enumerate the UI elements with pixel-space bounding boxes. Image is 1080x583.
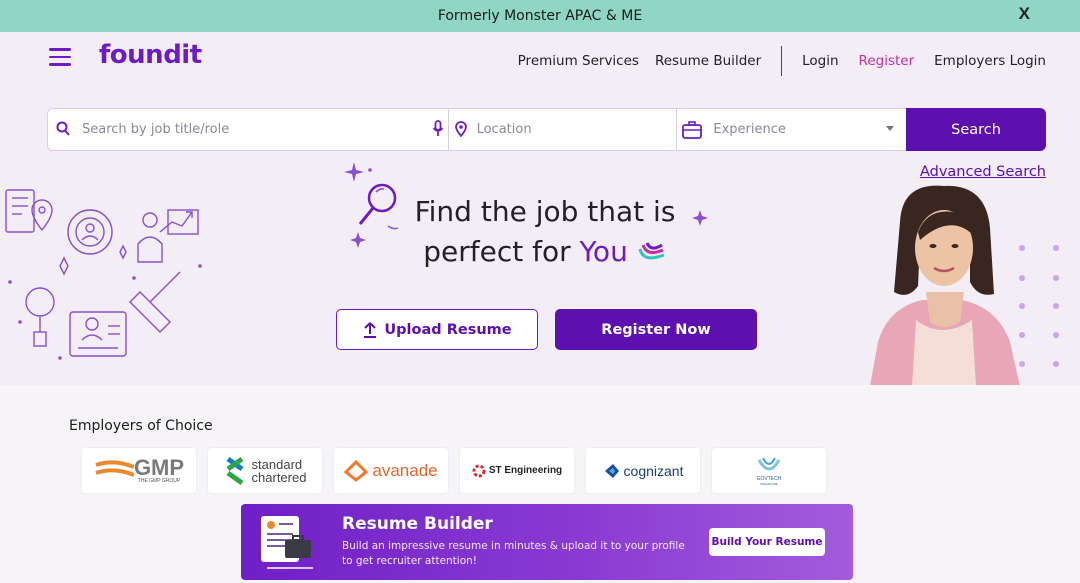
headline-line-1: Find the job that is bbox=[414, 195, 676, 228]
location-placeholder: Location bbox=[476, 122, 532, 137]
search-button[interactable]: Search bbox=[906, 108, 1046, 151]
nav-resume-builder[interactable]: Resume Builder bbox=[655, 53, 761, 69]
dot-grid-decoration bbox=[1019, 245, 1059, 367]
advanced-search-link[interactable]: Advanced Search bbox=[920, 164, 1046, 180]
nav-login[interactable]: Login bbox=[802, 53, 838, 69]
microphone-icon[interactable] bbox=[432, 120, 444, 138]
sc-logo-line2: chartered bbox=[251, 469, 307, 485]
nav-premium-services[interactable]: Premium Services bbox=[518, 53, 639, 69]
upload-resume-button[interactable]: Upload Resume bbox=[336, 309, 538, 350]
top-announcement-banner: Formerly Monster APAC & ME X bbox=[0, 0, 1080, 32]
job-search-illustration bbox=[5, 189, 202, 360]
hamburger-menu-icon[interactable] bbox=[49, 48, 71, 66]
chevron-down-icon bbox=[886, 126, 895, 131]
register-now-button[interactable]: Register Now bbox=[555, 309, 757, 350]
top-navigation: foundit Premium Services Resume Builder … bbox=[0, 32, 1080, 84]
search-icon bbox=[56, 121, 70, 136]
job-title-input[interactable]: Search by job title/role bbox=[48, 109, 448, 150]
employers-of-choice-title: Employers of Choice bbox=[69, 418, 213, 434]
standard-chartered-icon bbox=[226, 456, 243, 485]
avanade-logo-text: avanade bbox=[372, 460, 438, 480]
employer-logos-row: GMP THE GMP GROUP standard chartered ava… bbox=[81, 447, 837, 494]
employer-logo-avanade[interactable]: avanade bbox=[333, 447, 449, 494]
employer-logo-cognizant[interactable]: cognizant bbox=[585, 447, 701, 494]
nav-divider bbox=[781, 46, 783, 76]
cognizant-icon bbox=[604, 463, 619, 478]
employer-logo-st-engineering[interactable]: ST Engineering bbox=[459, 447, 575, 494]
job-search-bar: Search by job title/role Location Experi… bbox=[47, 108, 1046, 151]
hero-section: foundit Premium Services Resume Builder … bbox=[0, 32, 1080, 385]
location-input[interactable]: Location bbox=[447, 109, 677, 150]
nav-employers-login[interactable]: Employers Login bbox=[934, 53, 1046, 69]
sc-logo-line1: standard bbox=[251, 456, 303, 472]
resume-document-icon bbox=[261, 516, 313, 569]
resume-builder-description: Build an impressive resume in minutes & … bbox=[342, 540, 685, 567]
rainbow-icon bbox=[638, 242, 665, 260]
st-engineering-logo-text: ST Engineering bbox=[488, 465, 563, 476]
govtech-icon bbox=[757, 457, 781, 470]
headline-highlight: You bbox=[579, 235, 628, 268]
employer-logo-standard-chartered[interactable]: standard chartered bbox=[207, 447, 323, 494]
hero-person-image bbox=[870, 185, 1020, 385]
headline-prefix: perfect for bbox=[423, 235, 571, 268]
experience-placeholder: Experience bbox=[713, 122, 786, 137]
upload-icon bbox=[364, 321, 377, 338]
gmp-swoosh-icon bbox=[95, 459, 134, 477]
employer-logo-gmp[interactable]: GMP THE GMP GROUP bbox=[81, 447, 197, 494]
close-banner-button[interactable]: X bbox=[1019, 4, 1030, 24]
nav-links: Premium Services Resume Builder Login Re… bbox=[502, 46, 1046, 76]
upload-resume-label: Upload Resume bbox=[384, 321, 512, 338]
govtech-logo-subtext: SINGAPORE bbox=[760, 481, 778, 486]
nav-register[interactable]: Register bbox=[859, 53, 915, 69]
resume-builder-title: Resume Builder bbox=[342, 514, 493, 534]
briefcase-icon bbox=[682, 121, 703, 139]
headline-line-2: perfect for You bbox=[360, 232, 730, 272]
banner-text: Formerly Monster APAC & ME bbox=[437, 8, 643, 24]
resume-builder-banner: Resume Builder Build an impressive resum… bbox=[241, 504, 853, 580]
avanade-icon bbox=[344, 459, 369, 482]
build-your-resume-button[interactable]: Build Your Resume bbox=[709, 528, 825, 556]
cognizant-logo-text: cognizant bbox=[623, 462, 684, 479]
gmp-logo-subtext: THE GMP GROUP bbox=[137, 478, 181, 484]
job-title-placeholder: Search by job title/role bbox=[82, 122, 230, 137]
gmp-logo-text: GMP bbox=[133, 455, 185, 480]
hero-headline: Find the job that is perfect for You bbox=[360, 192, 730, 272]
foundit-logo[interactable]: foundit bbox=[99, 40, 202, 70]
employer-logo-govtech[interactable]: GOVTECH SINGAPORE bbox=[711, 447, 827, 494]
location-pin-icon bbox=[454, 121, 467, 137]
experience-select[interactable]: Experience bbox=[676, 109, 906, 150]
st-engineering-icon bbox=[472, 464, 486, 477]
